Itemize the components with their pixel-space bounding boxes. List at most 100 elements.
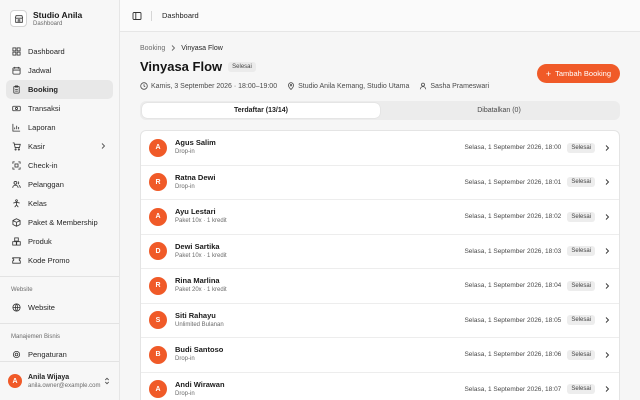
customer-plan: Paket 10x · 1 kredit [175,218,227,225]
sidebar-section-website: Website [11,287,33,293]
status-badge: Selesai [567,177,595,188]
avatar: D [149,242,167,261]
sidebar: Studio Anila Dashboard Dashboard Jadwal … [0,0,120,400]
sidebar-toggle-icon[interactable] [132,11,142,21]
tab-cancelled[interactable]: Dibatalkan (0) [380,103,618,118]
chevron-right-icon [171,45,176,51]
add-booking-label: Tambah Booking [555,69,611,78]
brand[interactable]: Studio Anila Dashboard [0,0,119,36]
breadcrumb: Booking Vinyasa Flow [140,43,620,53]
booking-date: Selasa, 1 September 2026, 18:06 [464,351,562,359]
booking-date: Selasa, 1 September 2026, 18:01 [464,178,562,186]
map-pin-icon [288,82,294,90]
package-icon [11,218,21,228]
status-badge: Selesai [567,315,595,326]
avatar: B [149,345,167,364]
booking-date: Selasa, 1 September 2026, 18:00 [464,144,562,152]
store-icon [10,10,27,27]
breadcrumb-booking[interactable]: Booking [140,45,165,52]
sidebar-item-check-in[interactable]: Check-in [6,156,113,175]
customer-plan: Paket 10x · 1 kredit [175,252,227,259]
sidebar-item-label: Produk [28,237,52,246]
topbar: Dashboard [120,0,640,32]
avatar: R [149,276,167,295]
avatar: R [149,173,167,192]
booking-date: Selasa, 1 September 2026, 18:02 [464,213,562,221]
topbar-title: Dashboard [162,11,199,20]
status-badge: Selesai [567,246,595,257]
chevron-right-icon [605,179,610,186]
customer-plan: Drop-in [175,390,195,397]
class-location: Studio Anila Kemang, Studio Utama [298,82,410,90]
sidebar-item-website[interactable]: Website [6,298,113,317]
avatar: A [149,207,167,226]
sidebar-item-transaksi[interactable]: Transaksi [6,99,113,118]
sidebar-item-label: Kasir [28,142,46,151]
table-row[interactable]: A Agus Salim Drop-in Selasa, 1 September … [141,131,619,166]
breadcrumb-current: Vinyasa Flow [181,44,223,52]
sidebar-item-label: Check-in [28,161,58,170]
clock-icon [140,82,148,90]
status-badge: Selesai [567,211,595,222]
sidebar-item-pelanggan[interactable]: Pelanggan [6,175,113,194]
table-row[interactable]: B Budi Santoso Drop-in Selasa, 1 Septembe… [141,338,619,373]
user-name: Anila Wijaya [28,373,70,381]
avatar: A [8,374,22,388]
sidebar-item-kode-promo[interactable]: Kode Promo [6,251,113,270]
user-email: anila.owner@example.com [28,382,101,389]
chevron-right-icon [605,248,610,255]
table-row[interactable]: A Ayu Lestari Paket 10x · 1 kredit Selasa… [141,200,619,235]
sidebar-item-label: Laporan [28,123,56,132]
table-row[interactable]: R Rina Marlina Paket 20x · 1 kredit Selas… [141,269,619,304]
class-datetime: Kamis, 3 September 2026 · 18:00–19:00 [151,82,278,90]
sidebar-item-kasir[interactable]: Kasir [6,137,113,156]
table-row[interactable]: D Dewi Sartika Paket 10x · 1 kredit Selas… [141,235,619,269]
status-badge: Selesai [567,349,595,360]
chevron-right-icon [605,317,610,324]
tab-registered[interactable]: Terdaftar (13/14) [142,103,380,118]
customer-name: Siti Rahayu [175,310,216,320]
user-menu[interactable]: A Anila Wijaya anila.owner@example.com [0,361,119,400]
sidebar-item-dashboard[interactable]: Dashboard [6,42,113,61]
sidebar-item-label: Booking [28,85,58,94]
customer-plan: Drop-in [175,149,195,156]
sidebar-item-paket-membership[interactable]: Paket & Membership [6,213,113,232]
booking-date: Selasa, 1 September 2026, 18:07 [464,385,562,393]
table-row[interactable]: S Siti Rahayu Unlimited Bulanan Selasa, 1… [141,304,619,338]
customer-plan: Paket 20x · 1 kredit [175,287,227,294]
avatar: A [149,138,167,157]
layout-grid-icon [11,47,21,57]
status-badge: Selesai [567,142,595,153]
settings-icon [11,350,21,360]
status-badge: Selesai [567,280,595,291]
sidebar-item-booking[interactable]: Booking [6,80,113,99]
sidebar-item-label: Pengaturan [28,350,67,359]
table-row[interactable]: R Ratna Dewi Drop-in Selasa, 1 September … [141,166,619,200]
sidebar-section-business: Manajemen Bisnis [11,334,61,340]
booking-date: Selasa, 1 September 2026, 18:03 [464,247,562,255]
banknote-icon [11,104,21,114]
booking-date: Selasa, 1 September 2026, 18:04 [464,282,562,290]
ticket-icon [11,256,21,266]
sidebar-item-jadwal[interactable]: Jadwal [6,61,113,80]
sidebar-item-produk[interactable]: Produk [6,232,113,251]
sidebar-item-kelas[interactable]: Kelas [6,194,113,213]
sidebar-item-label: Paket & Membership [28,218,98,227]
sidebar-item-label: Kode Promo [28,256,70,265]
booking-list: A Agus Salim Drop-in Selasa, 1 September … [140,130,620,400]
sidebar-item-label: Pelanggan [28,180,64,189]
table-row[interactable]: A Andi Wirawan Drop-in Selasa, 1 Septembe… [141,373,619,400]
avatar: S [149,311,167,330]
plus-icon: + [545,68,552,79]
customer-plan: Drop-in [175,183,195,190]
sidebar-item-label: Dashboard [28,47,65,56]
cart-icon [11,142,21,152]
chevron-right-icon [605,282,610,289]
customer-name: Ratna Dewi [175,172,216,182]
bar-chart-icon [11,123,21,133]
add-booking-button[interactable]: + Tambah Booking [536,64,620,83]
chevrons-up-down-icon [104,377,110,385]
sidebar-item-laporan[interactable]: Laporan [6,118,113,137]
chevron-right-icon [605,144,610,151]
clipboard-icon [11,85,21,95]
